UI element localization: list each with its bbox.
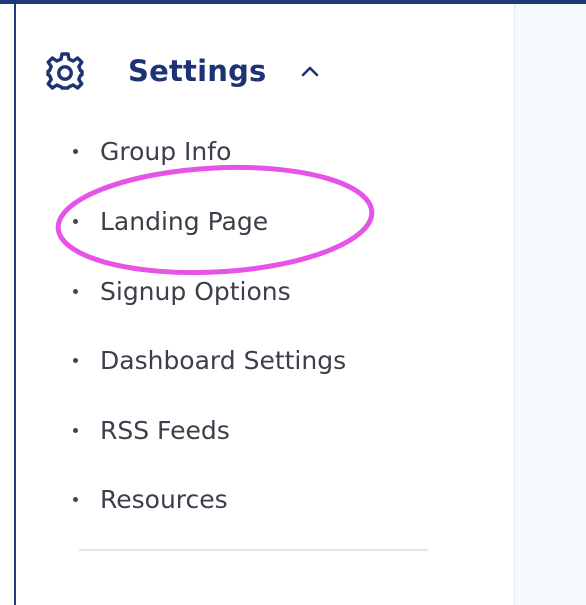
sidebar-item-landing-page[interactable]: Landing Page	[73, 203, 268, 239]
bullet-dot	[73, 148, 78, 154]
sidebar-item-label: Group Info	[100, 136, 232, 166]
sidebar-item-label: Dashboard Settings	[100, 345, 347, 375]
sidebar-item-label: Resources	[100, 484, 228, 514]
sidebar-item-group-info[interactable]: Group Info	[73, 133, 231, 169]
sidebar-item-label: Landing Page	[100, 206, 269, 236]
settings-section-title: Settings	[128, 54, 267, 88]
chevron-up-icon	[301, 66, 318, 77]
sidebar-item-label: RSS Feeds	[100, 415, 230, 445]
bullet-dot	[73, 357, 78, 363]
gear-icon	[46, 52, 84, 90]
sidebar-item-dashboard-settings[interactable]: Dashboard Settings	[73, 342, 346, 378]
bullet-dot	[73, 288, 78, 294]
sidebar-item-resources[interactable]: Resources	[73, 481, 228, 517]
main-content-area	[514, 4, 586, 605]
app-frame: Settings Group Info Landing Page Signup …	[0, 0, 586, 605]
settings-section-toggle[interactable]: Settings	[45, 49, 319, 93]
bullet-dot	[73, 218, 78, 224]
sidebar-item-label: Signup Options	[100, 276, 291, 306]
bullet-dot	[73, 427, 78, 433]
sidebar-divider	[79, 549, 428, 551]
sidebar-item-signup-options[interactable]: Signup Options	[73, 273, 291, 309]
sidebar-item-rss-feeds[interactable]: RSS Feeds	[73, 412, 230, 448]
bullet-dot	[73, 496, 78, 502]
